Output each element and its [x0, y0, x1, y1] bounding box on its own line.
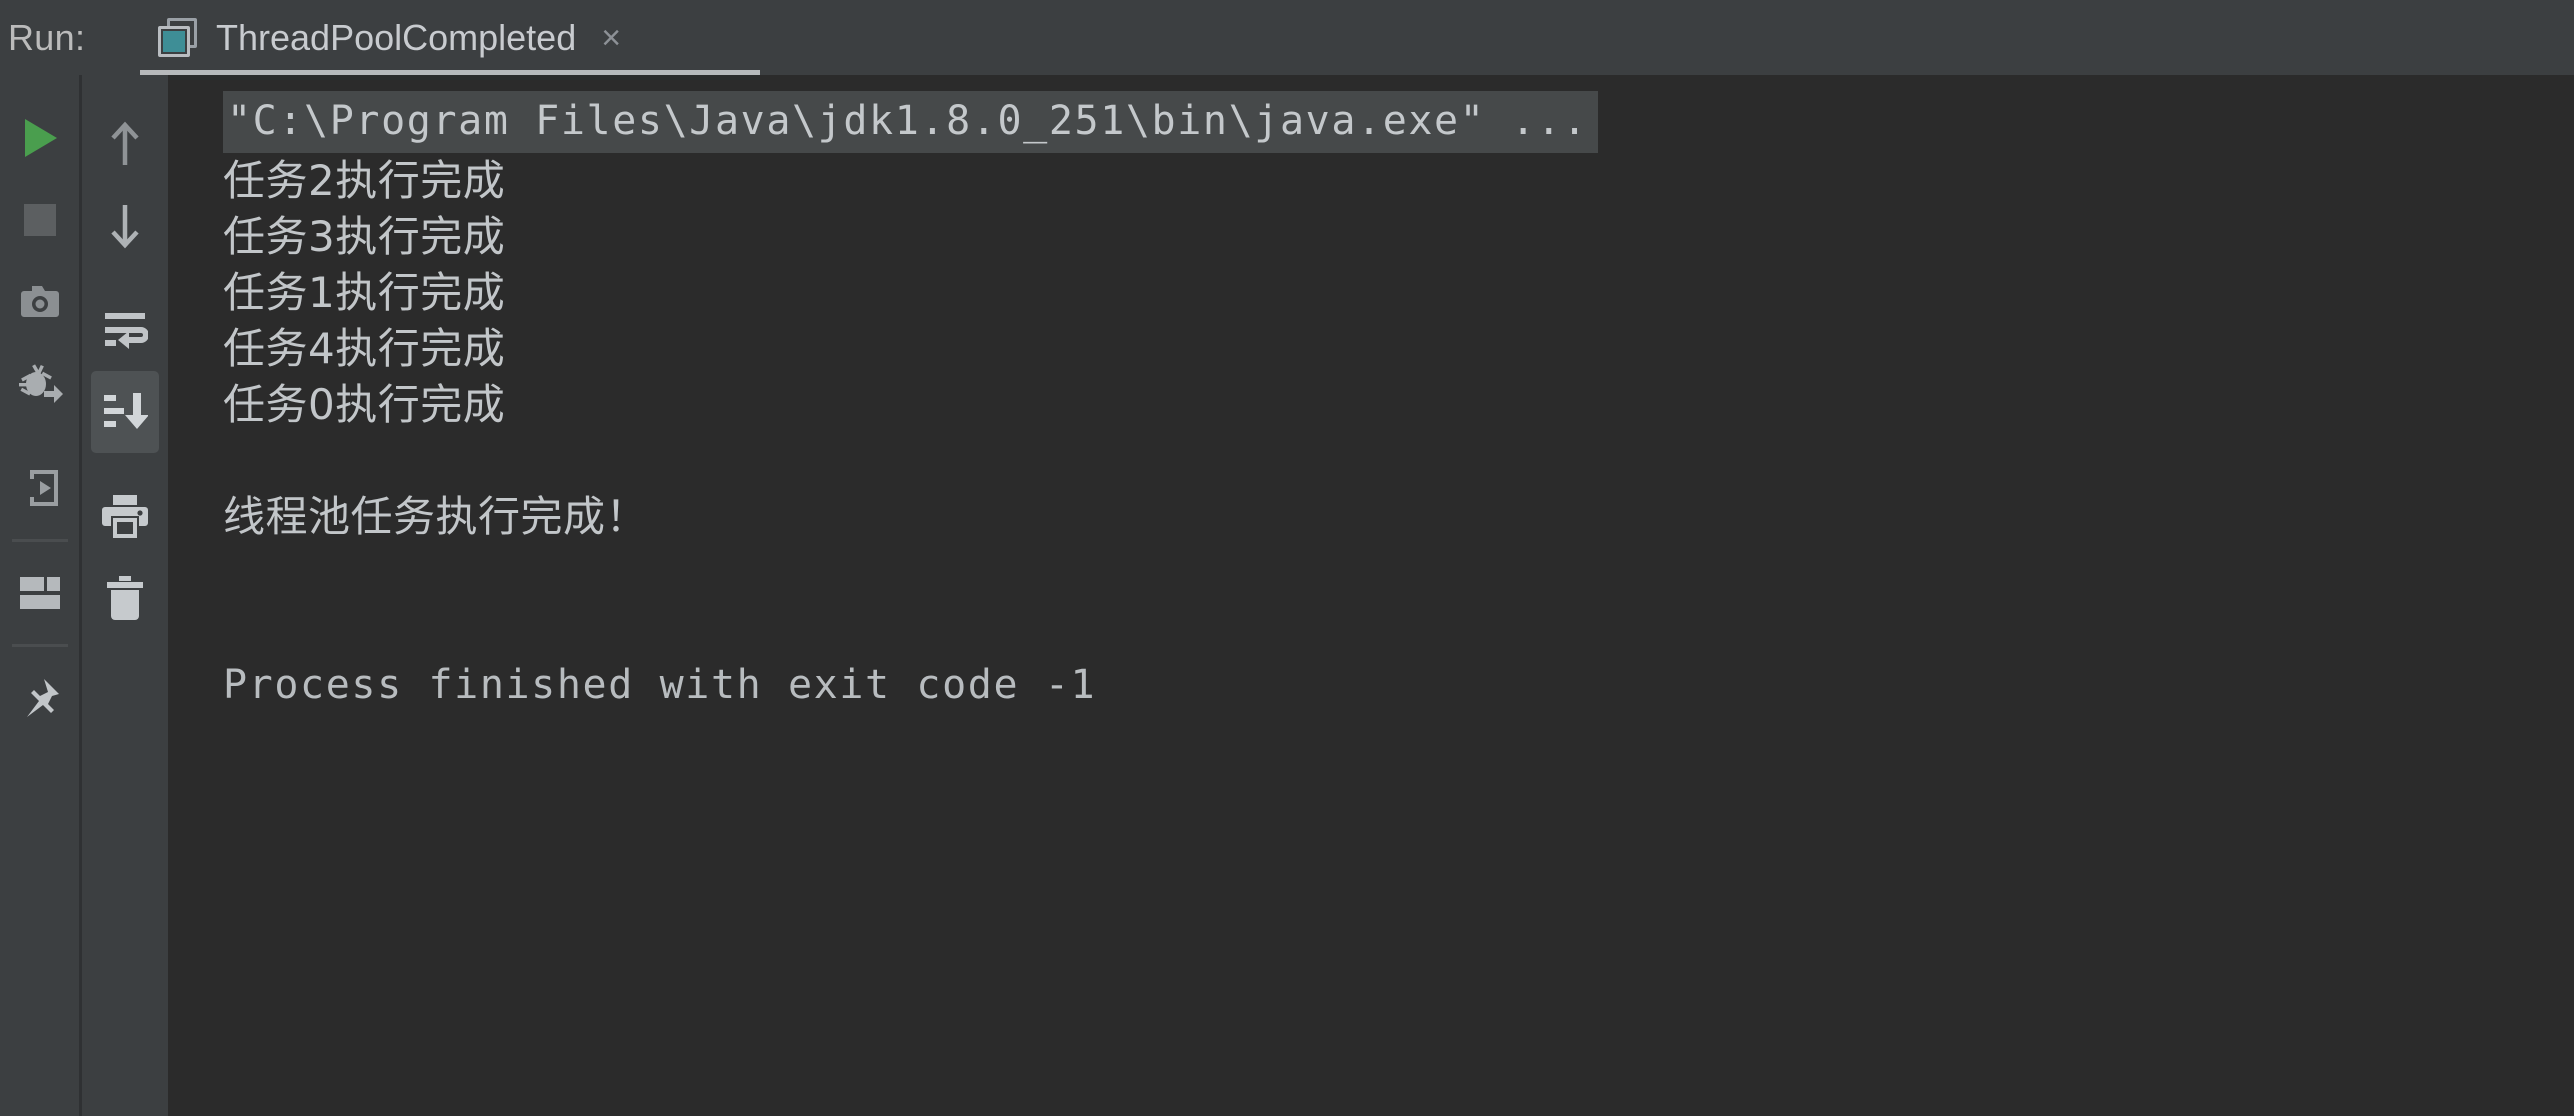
console-line: 任务0执行完成: [223, 380, 506, 429]
console-line: 线程池任务执行完成！: [223, 492, 649, 541]
layout-panels-icon: [19, 577, 60, 609]
console-exit-line: Process finished with exit code -1: [223, 662, 1097, 708]
console-line: 任务4执行完成: [223, 324, 506, 373]
run-tool-window: Run: ThreadPoolCompleted × "C:\Program F…: [0, 0, 2574, 1116]
close-icon[interactable]: ×: [594, 21, 628, 55]
console-command-line-row: "C:\Program Files\Java\jdk1.8.0_251\bin\…: [223, 91, 2574, 153]
soft-wrap-icon: [105, 313, 148, 349]
tab-label: ThreadPoolCompleted: [216, 16, 577, 58]
step-into-button[interactable]: [6, 447, 74, 529]
console-output[interactable]: "C:\Program Files\Java\jdk1.8.0_251\bin\…: [168, 75, 2574, 1116]
run-configuration-icon: [158, 17, 198, 58]
clear-all-button[interactable]: [91, 557, 159, 639]
pin-tab-button[interactable]: [6, 657, 74, 739]
console-actions-toolbar: [82, 75, 168, 1116]
console-line: 任务2执行完成: [223, 156, 506, 205]
console-line: 任务3执行完成: [223, 212, 506, 261]
run-tool-window-header: Run: ThreadPoolCompleted ×: [0, 0, 2574, 75]
rerun-button[interactable]: [6, 97, 74, 179]
scroll-to-end-button[interactable]: [91, 371, 159, 453]
soft-wrap-button[interactable]: [91, 289, 159, 371]
toolbar-separator: [11, 539, 68, 542]
tab-threadpoolcompleted[interactable]: ThreadPoolCompleted ×: [140, 0, 650, 75]
arrow-up-icon: [111, 121, 139, 165]
stop-square-icon: [23, 204, 56, 236]
toolbar-separator: [11, 644, 68, 647]
run-label: Run:: [8, 16, 86, 58]
play-triangle-icon: [24, 119, 57, 157]
arrow-down-icon: [111, 205, 139, 249]
scroll-to-end-icon: [104, 393, 148, 429]
printer-icon: [102, 495, 148, 538]
dump-threads-button[interactable]: [6, 261, 74, 343]
down-button[interactable]: [91, 185, 159, 267]
up-button[interactable]: [91, 103, 159, 185]
run-actions-toolbar: [0, 75, 79, 1116]
restore-layout-button[interactable]: [6, 343, 74, 425]
print-button[interactable]: [91, 475, 159, 557]
trash-icon: [107, 576, 143, 620]
console-line: 任务1执行完成: [223, 268, 506, 317]
camera-icon: [20, 286, 59, 317]
layout-settings-button[interactable]: [6, 552, 74, 634]
command-line-text: "C:\Program Files\Java\jdk1.8.0_251\bin\…: [223, 91, 1599, 153]
pin-icon: [26, 679, 59, 717]
bug-arrow-icon: [18, 364, 63, 403]
arrow-into-box-icon: [21, 470, 58, 506]
stop-button[interactable]: [6, 179, 74, 261]
